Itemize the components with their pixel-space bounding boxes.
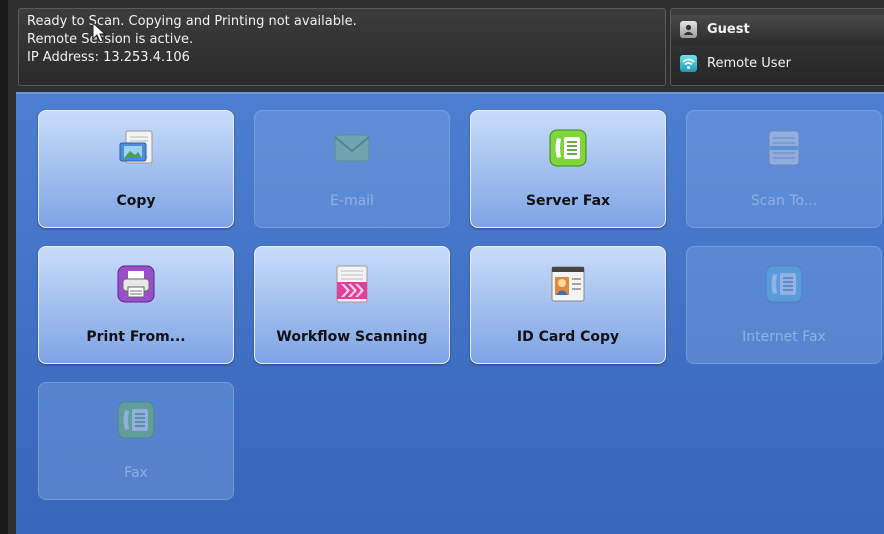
server-fax-tile[interactable]: Server Fax — [470, 110, 666, 228]
status-line-2: Remote Session is active. — [27, 32, 194, 47]
remote-session-icon — [680, 55, 697, 72]
id-card-copy-tile[interactable]: ID Card Copy — [470, 246, 666, 364]
tile-label: Print From... — [86, 329, 186, 345]
user-icon — [680, 21, 697, 38]
workflow-scanning-tile[interactable]: Workflow Scanning — [254, 246, 450, 364]
services-home: Copy E-mail Server Fax Scan To... Print … — [16, 92, 884, 534]
tile-label: Internet Fax — [742, 329, 826, 345]
tile-label: Copy — [116, 193, 156, 209]
tile-label: E-mail — [330, 193, 374, 209]
id-card-icon — [549, 265, 587, 303]
tile-label: Server Fax — [525, 193, 611, 209]
print-from-tile[interactable]: Print From... — [38, 246, 234, 364]
status-line-1: Ready to Scan. Copying and Printing not … — [27, 14, 357, 29]
remote-user-label: Remote User — [707, 56, 791, 71]
copy-tile[interactable]: Copy — [38, 110, 234, 228]
tile-label: Scan To... — [750, 193, 818, 209]
email-icon — [333, 129, 371, 167]
fax-tile[interactable]: Fax — [38, 382, 234, 500]
user-panel[interactable]: Guest Remote User — [670, 8, 884, 86]
internet-fax-tile[interactable]: Internet Fax — [686, 246, 882, 364]
fax-icon — [117, 401, 155, 439]
device-frame: Ready to Scan. Copying and Printing not … — [8, 0, 884, 534]
print-from-icon — [117, 265, 155, 303]
user-name: Guest — [707, 22, 750, 37]
tile-label: Fax — [124, 465, 148, 481]
internet-fax-icon — [765, 265, 803, 303]
scan-to-tile[interactable]: Scan To... — [686, 110, 882, 228]
workflow-scanning-icon — [333, 265, 371, 303]
tile-label: Workflow Scanning — [276, 329, 428, 345]
ip-address: IP Address: 13.253.4.106 — [27, 50, 190, 65]
status-panel: Ready to Scan. Copying and Printing not … — [18, 8, 666, 86]
tile-label: ID Card Copy — [516, 329, 620, 345]
mouse-cursor-icon — [92, 22, 107, 43]
guest-user[interactable]: Guest — [680, 21, 750, 38]
email-tile[interactable]: E-mail — [254, 110, 450, 228]
copy-icon — [117, 129, 155, 167]
scan-to-icon — [765, 129, 803, 167]
server-fax-icon — [549, 129, 587, 167]
remote-user[interactable]: Remote User — [680, 55, 791, 72]
